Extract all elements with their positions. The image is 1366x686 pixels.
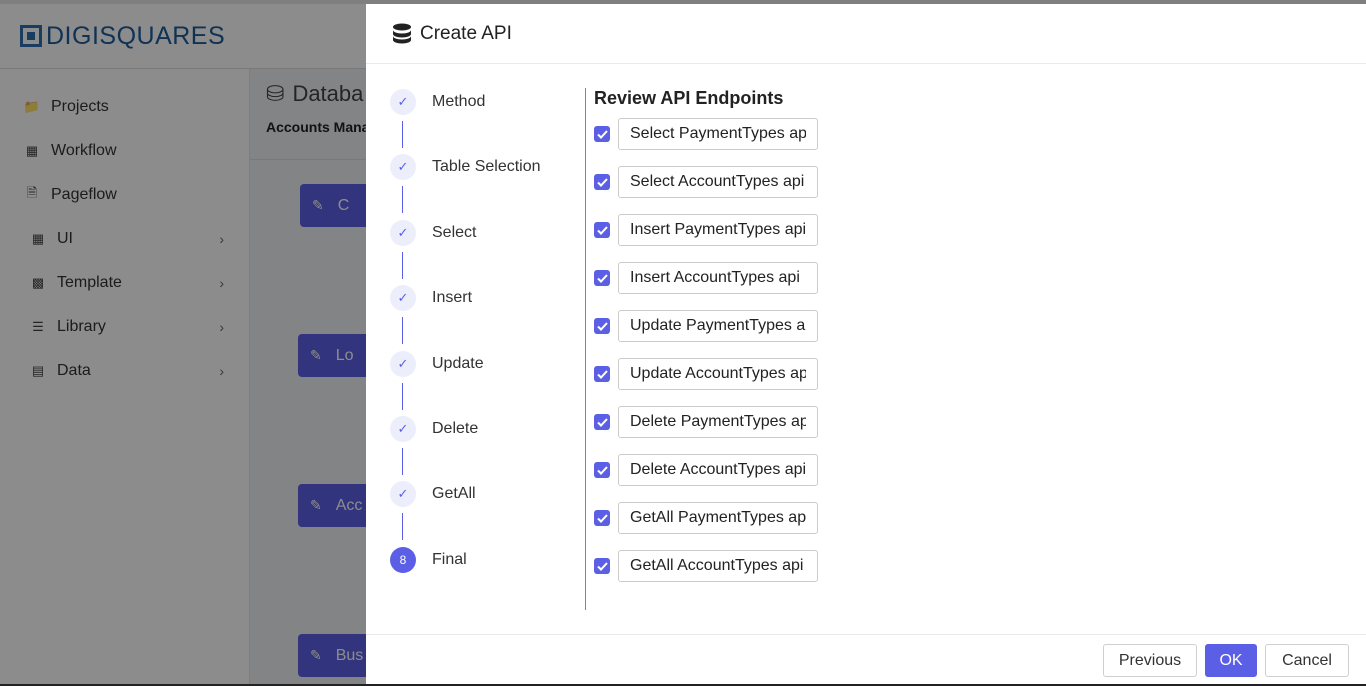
check-icon: ✓ (390, 285, 416, 311)
check-icon: ✓ (390, 416, 416, 442)
endpoint-row (594, 262, 818, 294)
step-connector (402, 121, 403, 148)
check-icon: ✓ (390, 220, 416, 246)
endpoint-row (594, 406, 818, 438)
check-icon (596, 513, 608, 523)
endpoint-name-input[interactable] (618, 502, 818, 534)
endpoint-name-input[interactable] (618, 166, 818, 198)
check-icon (596, 369, 608, 379)
drawer-footer: Previous OK Cancel (366, 634, 1366, 686)
endpoint-name-input[interactable] (618, 310, 818, 342)
endpoint-checkbox[interactable] (594, 222, 610, 238)
drawer-header: Create API (366, 4, 1366, 64)
endpoint-checkbox[interactable] (594, 174, 610, 190)
step-connector (402, 448, 403, 475)
step-connector (402, 317, 403, 344)
review-endpoints-title: Review API Endpoints (594, 88, 784, 108)
endpoint-row (594, 454, 818, 486)
endpoint-row (594, 550, 818, 582)
endpoint-name-input[interactable] (618, 358, 818, 390)
check-icon: ✓ (390, 351, 416, 377)
previous-button[interactable]: Previous (1103, 644, 1197, 677)
step-select[interactable]: ✓ Select (390, 220, 476, 246)
endpoint-checkbox[interactable] (594, 558, 610, 574)
check-icon: ✓ (390, 89, 416, 115)
endpoint-checkbox[interactable] (594, 126, 610, 142)
endpoint-name-input[interactable] (618, 118, 818, 150)
check-icon (596, 225, 608, 235)
endpoint-checkbox[interactable] (594, 318, 610, 334)
step-label: Final (432, 551, 467, 568)
create-api-drawer: Create API ✓ Method ✓ Table Selection ✓ … (366, 4, 1366, 686)
check-icon (596, 465, 608, 475)
step-final[interactable]: 8 Final (390, 547, 467, 573)
endpoint-name-input[interactable] (618, 550, 818, 582)
check-icon (596, 321, 608, 331)
endpoint-row (594, 118, 818, 150)
endpoint-row (594, 166, 818, 198)
step-label: GetAll (432, 485, 476, 502)
check-icon (596, 129, 608, 139)
ok-button[interactable]: OK (1205, 644, 1257, 677)
step-label: Table Selection (432, 158, 541, 175)
endpoint-name-input[interactable] (618, 214, 818, 246)
endpoint-name-input[interactable] (618, 262, 818, 294)
endpoint-row (594, 358, 818, 390)
endpoint-row (594, 214, 818, 246)
endpoint-checkbox[interactable] (594, 366, 610, 382)
step-table-selection[interactable]: ✓ Table Selection (390, 154, 541, 180)
check-icon: ✓ (390, 481, 416, 507)
step-connector (402, 186, 403, 213)
check-icon (596, 417, 608, 427)
endpoint-name-input[interactable] (618, 454, 818, 486)
step-number-badge: 8 (390, 547, 416, 573)
check-icon: ✓ (390, 154, 416, 180)
endpoint-checkbox[interactable] (594, 462, 610, 478)
step-label: Update (432, 355, 484, 372)
step-method[interactable]: ✓ Method (390, 89, 485, 115)
step-getall[interactable]: ✓ GetAll (390, 481, 476, 507)
step-update[interactable]: ✓ Update (390, 351, 484, 377)
step-label: Delete (432, 420, 479, 437)
step-label: Select (432, 224, 477, 241)
endpoint-name-input[interactable] (618, 406, 818, 438)
database-icon (393, 23, 411, 43)
drawer-title: Create API (420, 22, 512, 44)
check-icon (596, 561, 608, 571)
endpoint-checkbox[interactable] (594, 414, 610, 430)
step-delete[interactable]: ✓ Delete (390, 416, 478, 442)
step-label: Insert (432, 289, 473, 306)
endpoint-row (594, 502, 818, 534)
step-connector (402, 383, 403, 410)
check-icon (596, 177, 608, 187)
step-connector (402, 513, 403, 540)
check-icon (596, 273, 608, 283)
endpoint-checkbox[interactable] (594, 510, 610, 526)
step-connector (402, 252, 403, 279)
step-insert[interactable]: ✓ Insert (390, 285, 472, 311)
step-label: Method (432, 93, 486, 110)
endpoint-checkbox[interactable] (594, 270, 610, 286)
endpoint-row (594, 310, 818, 342)
cancel-button[interactable]: Cancel (1265, 644, 1349, 677)
vertical-divider (585, 88, 586, 610)
